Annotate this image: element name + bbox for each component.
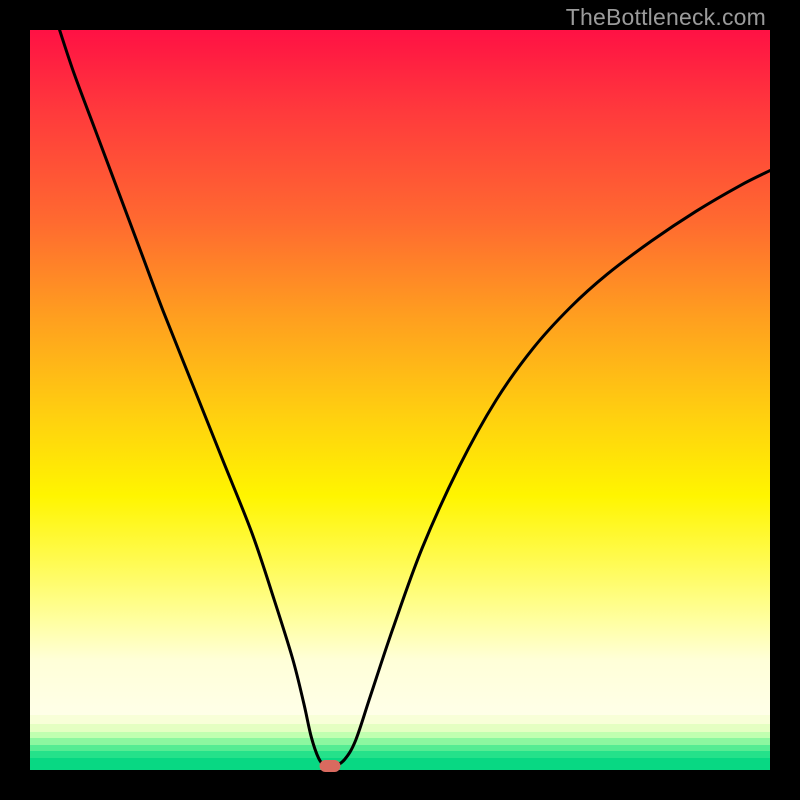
watermark-text: TheBottleneck.com xyxy=(566,4,766,31)
plot-area xyxy=(30,30,770,770)
frame: TheBottleneck.com xyxy=(0,0,800,800)
curve-path xyxy=(60,30,770,768)
curve-svg xyxy=(30,30,770,770)
min-marker xyxy=(319,760,340,772)
